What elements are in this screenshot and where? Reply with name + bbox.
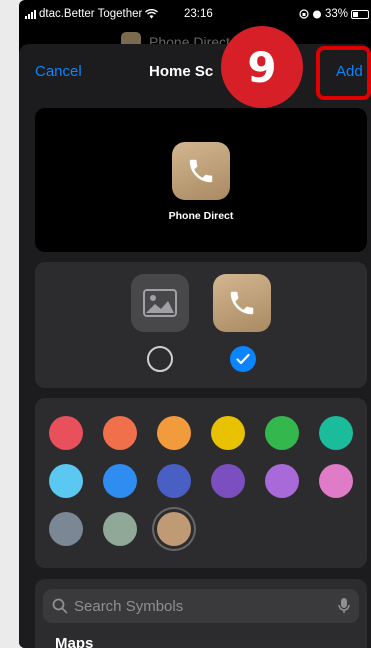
- battery-percent: 33%: [324, 8, 348, 20]
- rotation-lock-icon: [299, 9, 309, 19]
- carrier-info: dtac.Better Together: [25, 8, 159, 20]
- sheet-title: Home Sc: [149, 63, 214, 80]
- wifi-icon: [145, 9, 159, 19]
- battery-icon: [351, 9, 369, 19]
- color-swatch[interactable]: [157, 416, 191, 450]
- search-input[interactable]: Search Symbols: [43, 589, 359, 623]
- color-swatch[interactable]: [319, 416, 353, 450]
- color-swatch[interactable]: [49, 416, 83, 450]
- phone-icon[interactable]: [213, 274, 271, 332]
- color-swatch[interactable]: [49, 512, 83, 546]
- color-swatch[interactable]: [157, 464, 191, 498]
- icon-option-radio[interactable]: [230, 346, 256, 372]
- symbol-category-label: Maps: [55, 635, 94, 648]
- photo-option-radio[interactable]: [147, 346, 173, 372]
- carrier-name: dtac.Better Together: [39, 8, 143, 20]
- photo-icon[interactable]: [131, 274, 189, 332]
- color-swatch[interactable]: [319, 464, 353, 498]
- status-bar: dtac.Better Together 23:16 33%: [19, 0, 371, 30]
- symbol-search-card: Search Symbols Maps: [35, 579, 367, 648]
- app-name-label: Phone Direct: [168, 210, 234, 222]
- color-swatch[interactable]: [103, 512, 137, 546]
- status-right: 33%: [299, 8, 369, 20]
- phone-screen: dtac.Better Together 23:16 33% Phone Dir…: [19, 0, 371, 648]
- microphone-icon[interactable]: [338, 597, 350, 615]
- color-swatch[interactable]: [265, 464, 299, 498]
- signal-icon: [25, 9, 36, 19]
- color-swatch[interactable]: [211, 464, 245, 498]
- color-swatch[interactable]: [211, 416, 245, 450]
- color-swatch[interactable]: [157, 512, 191, 546]
- color-swatch[interactable]: [103, 416, 137, 450]
- search-placeholder: Search Symbols: [74, 598, 184, 615]
- color-picker-card: [35, 398, 367, 568]
- icon-choice-card: [35, 262, 367, 388]
- checkmark-icon: [236, 353, 250, 365]
- color-swatch[interactable]: [103, 464, 137, 498]
- clock: 23:16: [184, 8, 213, 20]
- color-swatch[interactable]: [265, 416, 299, 450]
- alarm-icon: [312, 10, 321, 19]
- phone-icon: [172, 142, 230, 200]
- add-to-home-sheet: Cancel Home Sc Add 9 Phone Direct Search…: [19, 26, 371, 648]
- add-button-highlight: [316, 46, 371, 100]
- sheet-nav-bar: Cancel Home Sc Add 9: [19, 26, 371, 108]
- step-number-badge: 9: [221, 26, 303, 108]
- cancel-button[interactable]: Cancel: [35, 63, 82, 80]
- color-swatch[interactable]: [49, 464, 83, 498]
- search-icon: [52, 598, 68, 614]
- icon-preview-card: Phone Direct: [35, 108, 367, 252]
